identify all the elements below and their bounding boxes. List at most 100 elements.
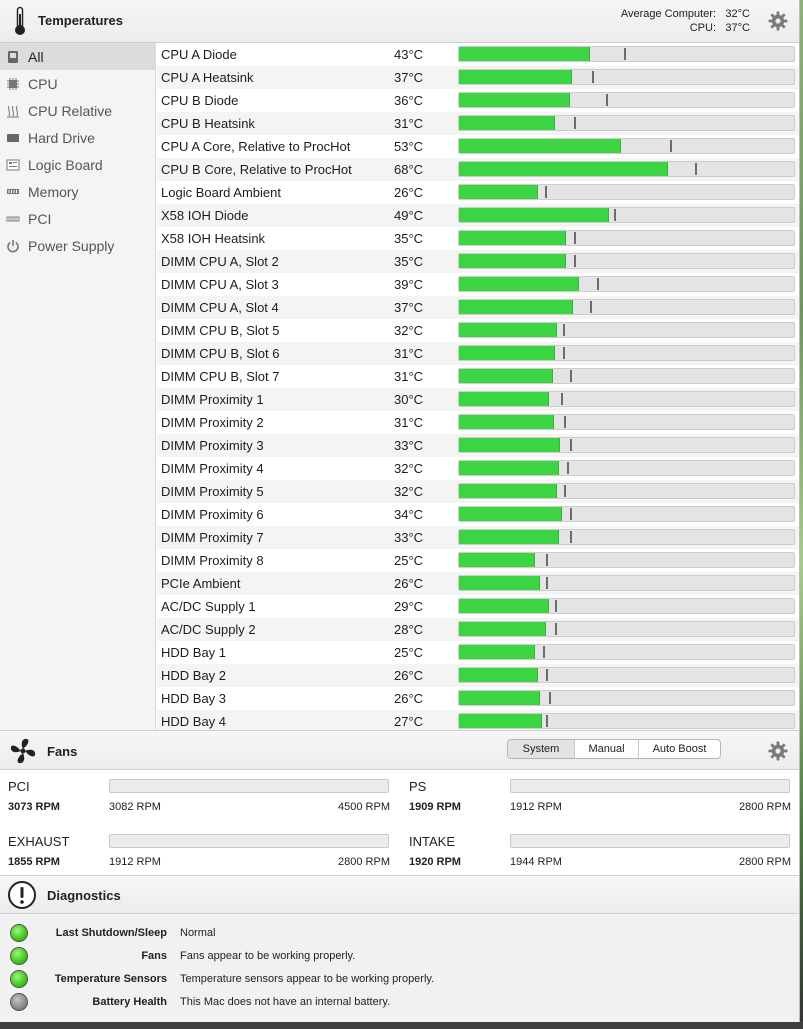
sensor-row[interactable]: DIMM CPU A, Slot 4 37°C — [157, 296, 799, 319]
sidebar-item-power-supply[interactable]: Power Supply — [0, 232, 155, 259]
diagnostic-value: Temperature sensors appear to be working… — [180, 973, 435, 985]
sidebar-item-all[interactable]: All — [0, 43, 155, 70]
sidebar-item-pci[interactable]: PCI — [0, 205, 155, 232]
sensor-row[interactable]: DIMM CPU A, Slot 2 35°C — [157, 250, 799, 273]
fan-speed-slider[interactable] — [109, 779, 389, 793]
max-temperature-marker — [546, 554, 548, 566]
temperature-bar-fill — [459, 47, 590, 61]
sensor-name: DIMM Proximity 3 — [161, 438, 264, 453]
sensor-row[interactable]: DIMM Proximity 6 34°C — [157, 503, 799, 526]
average-cpu-value: 37°C — [725, 22, 750, 34]
sidebar-item-label: Hard Drive — [28, 129, 95, 146]
sensor-name: DIMM CPU B, Slot 7 — [161, 369, 280, 384]
sidebar-item-cpu[interactable]: CPU — [0, 70, 155, 97]
sensor-row[interactable]: HDD Bay 2 26°C — [157, 664, 799, 687]
temperature-bar-fill — [459, 484, 557, 498]
temperatures-settings-gear-icon[interactable] — [768, 11, 788, 31]
sensor-temperature: 35°C — [394, 231, 424, 246]
sensor-row[interactable]: HDD Bay 4 27°C — [157, 710, 799, 730]
sensor-temperature: 30°C — [394, 392, 424, 407]
temperature-bar — [458, 230, 795, 246]
temperature-bar-fill — [459, 668, 538, 682]
sensor-row[interactable]: DIMM Proximity 3 33°C — [157, 434, 799, 457]
sensor-name: AC/DC Supply 1 — [161, 599, 256, 614]
fan-speed-slider[interactable] — [510, 779, 790, 793]
sensor-row[interactable]: DIMM CPU B, Slot 5 32°C — [157, 319, 799, 342]
temperature-bar — [458, 322, 795, 338]
sensor-row[interactable]: DIMM CPU B, Slot 7 31°C — [157, 365, 799, 388]
average-computer-label: Average Computer: — [620, 8, 716, 20]
fan-mode-manual-button[interactable]: Manual — [574, 740, 638, 758]
fan-max-speed: 2800 RPM — [739, 801, 791, 813]
temperature-bar-fill — [459, 70, 572, 84]
status-indicator-icon — [10, 993, 28, 1011]
power-icon — [6, 239, 20, 253]
sidebar-item-memory[interactable]: Memory — [0, 178, 155, 205]
temperature-bar-fill — [459, 346, 555, 360]
sidebar-item-logic-board[interactable]: Logic Board — [0, 151, 155, 178]
sensor-row[interactable]: X58 IOH Diode 49°C — [157, 204, 799, 227]
sidebar-item-label: CPU Relative — [28, 102, 113, 119]
fan-current-speed: 1855 RPM — [8, 856, 60, 868]
sensor-row[interactable]: DIMM Proximity 2 31°C — [157, 411, 799, 434]
sidebar-item-cpu-relative[interactable]: CPU Relative — [0, 97, 155, 124]
sensor-temperature: 28°C — [394, 622, 424, 637]
sensor-temperature: 29°C — [394, 599, 424, 614]
sidebar-item-hard-drive[interactable]: Hard Drive — [0, 124, 155, 151]
sensor-row[interactable]: PCIe Ambient 26°C — [157, 572, 799, 595]
status-indicator-icon — [10, 947, 28, 965]
average-cpu-label: CPU: — [689, 22, 716, 34]
temperature-bar — [458, 345, 795, 361]
sensor-row[interactable]: CPU A Heatsink 37°C — [157, 66, 799, 89]
diagnostic-row-last-shutdown-sleep: Last Shutdown/Sleep Normal — [0, 921, 799, 944]
sensor-row[interactable]: DIMM Proximity 1 30°C — [157, 388, 799, 411]
fan-exhaust: EXHAUST 1855 RPM 1912 RPM 2800 RPM — [0, 826, 390, 876]
temperature-bar-fill — [459, 507, 562, 521]
fan-speed-slider[interactable] — [109, 834, 389, 848]
sensor-row[interactable]: CPU A Core, Relative to ProcHot 53°C — [157, 135, 799, 158]
temperature-bar — [458, 115, 795, 131]
sensor-temperature: 36°C — [394, 93, 424, 108]
temperature-bar-fill — [459, 185, 538, 199]
fan-name: PS — [409, 779, 427, 794]
sensor-name: CPU A Heatsink — [161, 70, 254, 85]
exclamation-icon — [8, 881, 36, 909]
sensor-row[interactable]: DIMM Proximity 8 25°C — [157, 549, 799, 572]
sensor-row[interactable]: HDD Bay 1 25°C — [157, 641, 799, 664]
fan-mode-system-button[interactable]: System — [508, 740, 574, 758]
sensor-row[interactable]: CPU B Heatsink 31°C — [157, 112, 799, 135]
sensor-row[interactable]: X58 IOH Heatsink 35°C — [157, 227, 799, 250]
max-temperature-marker — [570, 370, 572, 382]
sensor-row[interactable]: DIMM Proximity 7 33°C — [157, 526, 799, 549]
sidebar-item-label: PCI — [28, 210, 52, 227]
sensor-name: DIMM Proximity 4 — [161, 461, 264, 476]
fan-min-speed: 1912 RPM — [510, 801, 562, 813]
sensor-name: DIMM Proximity 6 — [161, 507, 264, 522]
sensor-row[interactable]: Logic Board Ambient 26°C — [157, 181, 799, 204]
sensor-row[interactable]: DIMM CPU B, Slot 6 31°C — [157, 342, 799, 365]
fans-settings-gear-icon[interactable] — [768, 741, 788, 761]
temperature-bar — [458, 667, 795, 683]
sensor-row[interactable]: DIMM Proximity 5 32°C — [157, 480, 799, 503]
temperature-bar-fill — [459, 277, 579, 291]
sensor-row[interactable]: HDD Bay 3 26°C — [157, 687, 799, 710]
sensor-row[interactable]: DIMM CPU A, Slot 3 39°C — [157, 273, 799, 296]
sensor-temperature: 27°C — [394, 714, 424, 729]
sensor-name: CPU A Core, Relative to ProcHot — [161, 139, 351, 154]
max-temperature-marker — [545, 186, 547, 198]
sensor-row[interactable]: AC/DC Supply 1 29°C — [157, 595, 799, 618]
sidebar-item-label: Power Supply — [28, 237, 115, 254]
fan-speed-slider[interactable] — [510, 834, 790, 848]
sensor-row[interactable]: CPU A Diode 43°C — [157, 43, 799, 66]
sensor-name: CPU B Diode — [161, 93, 239, 108]
fan-mode-auto-boost-button[interactable]: Auto Boost — [638, 740, 720, 758]
temperature-bar-fill — [459, 323, 557, 337]
sensor-row[interactable]: CPU B Diode 36°C — [157, 89, 799, 112]
sensor-row[interactable]: AC/DC Supply 2 28°C — [157, 618, 799, 641]
max-temperature-marker — [570, 439, 572, 451]
sidebar-item-label: Logic Board — [28, 156, 103, 173]
sensor-row[interactable]: CPU B Core, Relative to ProcHot 68°C — [157, 158, 799, 181]
max-temperature-marker — [564, 416, 566, 428]
sensor-row[interactable]: DIMM Proximity 4 32°C — [157, 457, 799, 480]
diagnostic-row-temperature-sensors: Temperature Sensors Temperature sensors a… — [0, 967, 799, 990]
